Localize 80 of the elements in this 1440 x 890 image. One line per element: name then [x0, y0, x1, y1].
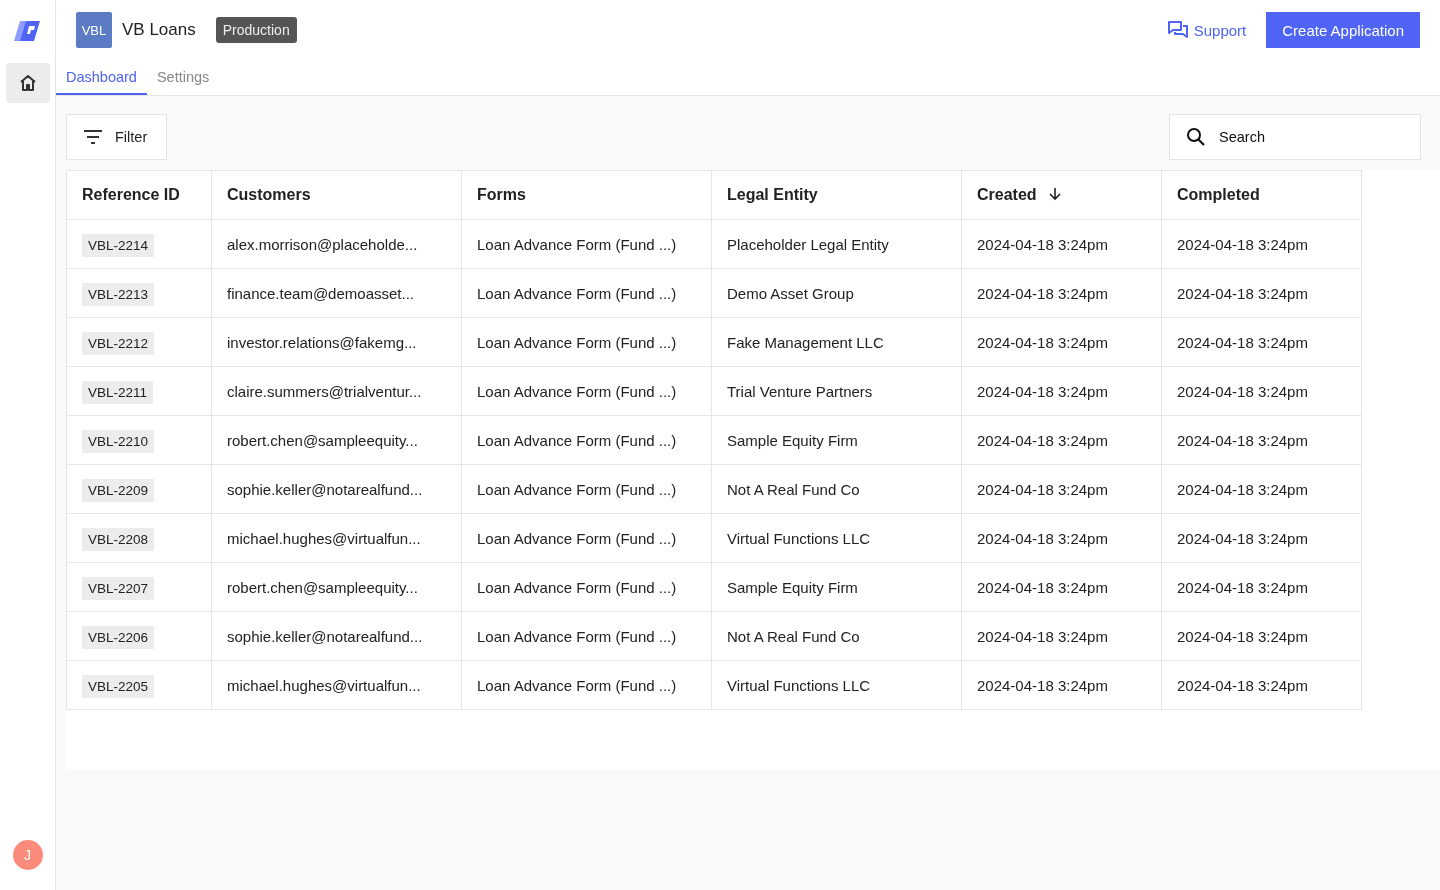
logo-icon	[13, 19, 42, 43]
table-cell: 2024-04-18 3:24pm	[1161, 268, 1362, 318]
table-cell: michael.hughes@virtualfun...	[211, 513, 462, 563]
table-cell: Not A Real Fund Co	[711, 464, 962, 514]
table-cell: Loan Advance Form (Fund ...)	[461, 317, 712, 367]
table-cell: 2024-04-18 3:24pm	[1161, 366, 1362, 416]
reference-id-tag: VBL-2206	[82, 625, 155, 649]
table-cell: 2024-04-18 3:24pm	[1161, 611, 1362, 661]
table-cell: Virtual Functions LLC	[711, 513, 962, 563]
table-cell: 2024-04-18 3:24pm	[1161, 562, 1362, 612]
table-cell: Loan Advance Form (Fund ...)	[461, 660, 712, 710]
table-cell: claire.summers@trialventur...	[211, 366, 462, 416]
reference-id-tag: VBL-2205	[82, 674, 155, 698]
table-cell: Sample Equity Firm	[711, 562, 962, 612]
reference-id-tag: VBL-2214	[82, 233, 155, 257]
table-cell: sophie.keller@notarealfund...	[211, 611, 462, 661]
search-field[interactable]: Search	[1169, 114, 1421, 160]
reference-id-tag: VBL-2212	[82, 331, 155, 355]
table-cell: 2024-04-18 3:24pm	[1161, 513, 1362, 563]
table-cell: 2024-04-18 3:24pm	[961, 366, 1162, 416]
table-cell: Demo Asset Group	[711, 268, 962, 318]
table-cell: finance.team@demoasset...	[211, 268, 462, 318]
table-cell: Loan Advance Form (Fund ...)	[461, 366, 712, 416]
tab[interactable]: Settings	[146, 60, 220, 95]
table-cell: Not A Real Fund Co	[711, 611, 962, 661]
reference-id-tag: VBL-2213	[82, 282, 155, 306]
support-link[interactable]: Support	[1167, 21, 1247, 39]
environment-tag: Production	[215, 17, 297, 43]
table-cell: Loan Advance Form (Fund ...)	[461, 464, 712, 514]
table-cell: sophie.keller@notarealfund...	[211, 464, 462, 514]
reference-id-tag: VBL-2211	[82, 380, 154, 404]
create-application-button[interactable]: Create Application	[1266, 12, 1420, 48]
table-cell: alex.morrison@placeholde...	[211, 219, 462, 269]
table-cell: 2024-04-18 3:24pm	[1161, 464, 1362, 514]
table-cell: investor.relations@fakemg...	[211, 317, 462, 367]
table-cell: 2024-04-18 3:24pm	[961, 415, 1162, 465]
table-cell: 2024-04-18 3:24pm	[1161, 219, 1362, 269]
filter-button[interactable]: Filter	[66, 114, 167, 160]
table-cell: robert.chen@sampleequity...	[211, 415, 462, 465]
table-cell: 2024-04-18 3:24pm	[961, 464, 1162, 514]
table-cell: 2024-04-18 3:24pm	[1161, 415, 1362, 465]
table-cell: Loan Advance Form (Fund ...)	[461, 611, 712, 661]
column-header[interactable]: Completed	[1161, 170, 1362, 220]
table-cell: Trial Venture Partners	[711, 366, 962, 416]
table-cell: 2024-04-18 3:24pm	[961, 219, 1162, 269]
table-cell: Loan Advance Form (Fund ...)	[461, 219, 712, 269]
table-cell: Virtual Functions LLC	[711, 660, 962, 710]
table-cell: 2024-04-18 3:24pm	[961, 268, 1162, 318]
column-header[interactable]: Forms	[461, 170, 712, 220]
table-cell: 2024-04-18 3:24pm	[961, 611, 1162, 661]
table-cell: 2024-04-18 3:24pm	[961, 513, 1162, 563]
table-cell: Sample Equity Firm	[711, 415, 962, 465]
filter-icon	[83, 130, 103, 144]
table-cell: Fake Management LLC	[711, 317, 962, 367]
sort-down-icon	[1048, 187, 1061, 201]
table-cell: 2024-04-18 3:24pm	[961, 317, 1162, 367]
reference-id-tag: VBL-2207	[82, 576, 155, 600]
reference-id-tag: VBL-2208	[82, 527, 155, 551]
tab[interactable]: Dashboard	[56, 60, 147, 95]
table-cell: Loan Advance Form (Fund ...)	[461, 415, 712, 465]
table-cell: Placeholder Legal Entity	[711, 219, 962, 269]
reference-id-tag: VBL-2210	[82, 429, 155, 453]
table-cell: Loan Advance Form (Fund ...)	[461, 513, 712, 563]
table-cell: robert.chen@sampleequity...	[211, 562, 462, 612]
column-header[interactable]: Customers	[211, 170, 462, 220]
app-name: VB Loans	[122, 20, 196, 40]
table-cell: michael.hughes@virtualfun...	[211, 660, 462, 710]
table-cell: Loan Advance Form (Fund ...)	[461, 268, 712, 318]
chat-bubbles-icon	[1167, 21, 1188, 39]
table-cell: 2024-04-18 3:24pm	[1161, 660, 1362, 710]
table-cell: 2024-04-18 3:24pm	[961, 660, 1162, 710]
reference-id-tag: VBL-2209	[82, 478, 155, 502]
column-header[interactable]: Created	[961, 170, 1162, 220]
column-header[interactable]: Reference ID	[66, 170, 212, 220]
app-badge: VBL	[76, 12, 112, 48]
column-header[interactable]: Legal Entity	[711, 170, 962, 220]
table-cell: 2024-04-18 3:24pm	[961, 562, 1162, 612]
table-cell: 2024-04-18 3:24pm	[1161, 317, 1362, 367]
table-cell: Loan Advance Form (Fund ...)	[461, 562, 712, 612]
home-button[interactable]	[5, 63, 50, 103]
